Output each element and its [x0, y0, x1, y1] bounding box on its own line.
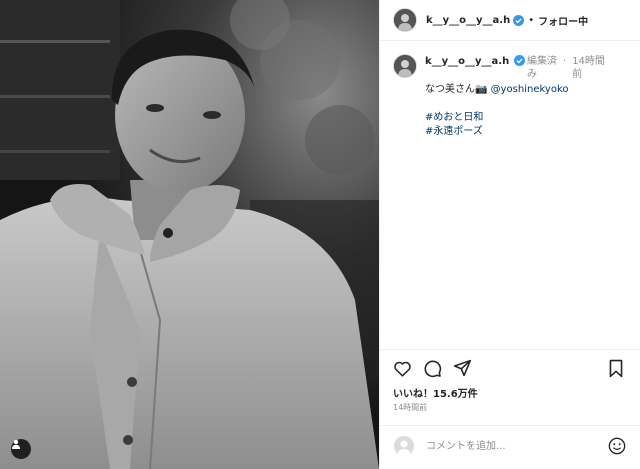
smiley-icon[interactable] — [608, 437, 626, 455]
caption-username[interactable]: k__y__o__y__a.h — [425, 55, 511, 68]
hashtag-link[interactable]: #めおと日和 — [425, 111, 630, 125]
likes-count[interactable]: いいね！15.6万件 — [393, 385, 478, 400]
user-tag-icon — [12, 439, 20, 449]
user-tag-button[interactable] — [11, 439, 31, 459]
header-separator: • — [528, 14, 535, 26]
comment-icon[interactable] — [422, 358, 442, 378]
avatar[interactable] — [393, 8, 417, 32]
post-photo[interactable] — [0, 0, 379, 469]
hashtag-link[interactable]: #永遠ポーズ — [425, 125, 630, 139]
bookmark-icon[interactable] — [606, 358, 626, 378]
photo-illustration — [0, 0, 379, 469]
post-sidebar: k__y__o__y__a.h • フォロー中 k__y__o__y__a.h 編… — [379, 0, 640, 469]
caption-time: 14時間前 — [572, 56, 605, 80]
verified-badge-icon — [513, 11, 525, 30]
heart-icon[interactable] — [392, 358, 412, 378]
comment-bar — [380, 425, 640, 469]
post-header: k__y__o__y__a.h • フォロー中 — [380, 0, 640, 41]
post-actions: いいね！15.6万件 14時間前 — [380, 349, 640, 435]
verified-badge-icon — [514, 55, 525, 70]
following-button[interactable]: フォロー中 — [538, 13, 588, 28]
share-icon[interactable] — [452, 358, 472, 378]
header-username[interactable]: k__y__o__y__a.h — [426, 15, 510, 26]
my-avatar — [394, 436, 414, 456]
caption-text: なつ美さん📷 @yoshinekyoko #めおと日和 #永遠ポーズ — [425, 83, 630, 139]
caption-meta: k__y__o__y__a.h 編集済み · 14時間前 — [425, 55, 630, 81]
post-time[interactable]: 14時間前 — [393, 402, 427, 413]
time-separator: · — [563, 56, 567, 67]
caption-message: なつ美さん📷 — [425, 84, 491, 95]
comment-input[interactable] — [426, 438, 596, 454]
caption-avatar[interactable] — [393, 54, 417, 78]
mention-link[interactable]: @yoshinekyoko — [491, 84, 569, 95]
edited-label: 編集済み — [527, 56, 557, 80]
